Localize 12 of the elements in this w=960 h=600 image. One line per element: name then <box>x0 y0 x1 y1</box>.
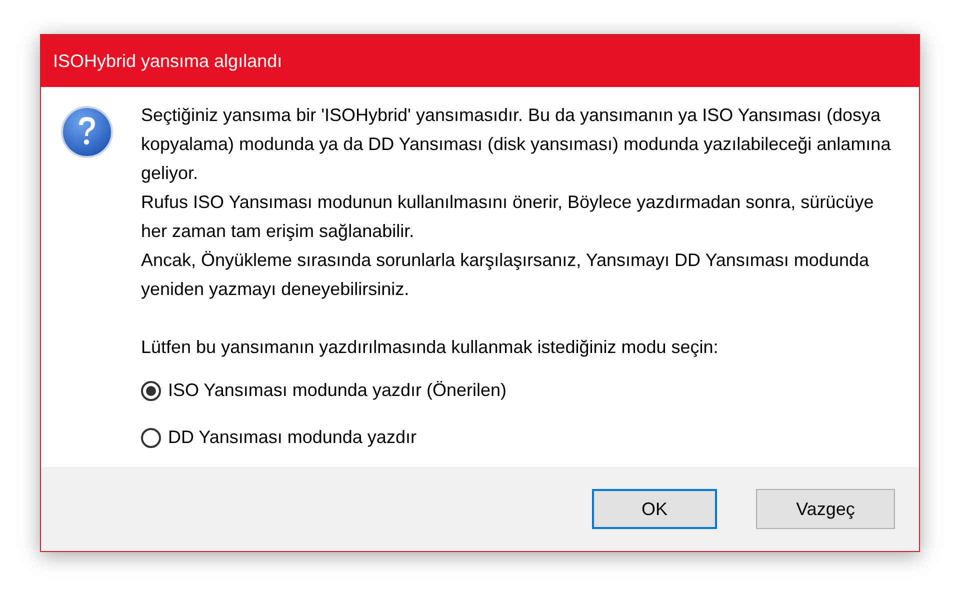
radio-option[interactable]: ISO Yansıması modunda yazdır (Önerilen) <box>141 376 506 405</box>
window-title: ISOHybrid yansıma algılandı <box>53 50 282 73</box>
question-icon <box>60 105 114 159</box>
dialog-button[interactable]: Vazgeç <box>756 489 895 529</box>
prompt-text: Lütfen bu yansımanın yazdırılmasında kullanmak istediğiniz modu seçin: <box>141 336 720 359</box>
radio-button[interactable] <box>141 380 161 400</box>
message-text: Seçtiğiniz yansıma bir 'ISOHybrid' yansımasıdır. Bu da yansımanın ya ISO Yansıması (dosya kopyalama) modunda ya da DD Yansıması (disk yansıması) modunda yazılabileceği anlamına geliyor. <box>141 104 891 185</box>
dialog-button[interactable]: OK <box>592 489 717 529</box>
message-text: Rufus ISO Yansıması modunun kullanılmasını önerir, Böylece yazdırmadan sonra, sürücüye her zaman tam erişim sağlanabilir. <box>141 191 875 243</box>
radio-button[interactable] <box>141 428 161 448</box>
radio-option[interactable]: DD Yansıması modunda yazdır <box>141 423 416 452</box>
message-text: Ancak, Önyükleme sırasında sorunlarla karşılaşırsanız, Yansımayı DD Yansıması modunda yeniden yazmayı deneyebilirsiniz. <box>141 249 870 301</box>
